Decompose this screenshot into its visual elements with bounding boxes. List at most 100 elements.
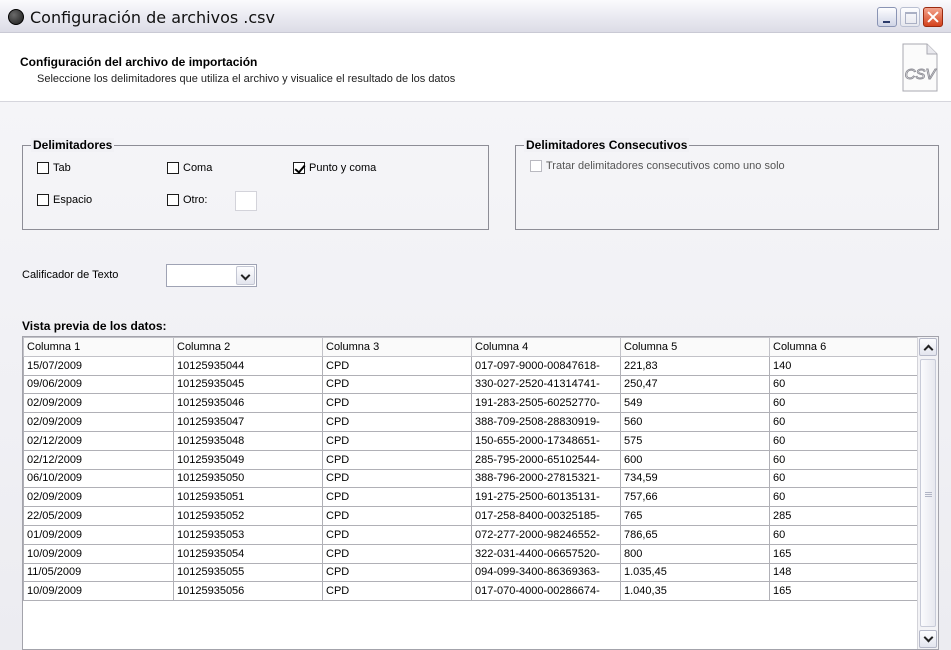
vertical-scrollbar[interactable]	[917, 337, 938, 649]
punto-coma-checkbox-box[interactable]	[293, 162, 305, 174]
table-cell[interactable]: 22/05/2009	[23, 506, 174, 526]
table-row[interactable]: 02/12/2009 10125935049 CPD 285-795-2000-651…	[23, 449, 919, 470]
table-cell[interactable]: 017-070-4000-00286674-	[471, 581, 621, 602]
table-cell[interactable]: 02/09/2009	[23, 487, 174, 508]
table-cell[interactable]: 10125935056	[173, 581, 323, 602]
column-header[interactable]: Columna 4	[471, 337, 621, 357]
table-cell[interactable]: 250,47	[620, 374, 770, 395]
table-row[interactable]: 01/09/2009 10125935053 CPD 072-277-2000-982…	[23, 524, 919, 545]
table-cell[interactable]: 017-097-9000-00847618-	[471, 355, 621, 376]
table-cell[interactable]: 330-027-2520-41314741-	[471, 374, 621, 395]
table-cell[interactable]: 800	[620, 543, 770, 564]
table-cell[interactable]: 140	[769, 355, 919, 376]
table-cell[interactable]: 10125935054	[173, 543, 323, 564]
table-cell[interactable]: 191-283-2505-60252770-	[471, 393, 621, 414]
table-cell[interactable]: 60	[769, 449, 919, 470]
table-cell[interactable]: CPD	[322, 468, 472, 489]
table-cell[interactable]: 786,65	[620, 524, 770, 545]
table-cell[interactable]: CPD	[322, 355, 472, 376]
table-cell[interactable]: 285	[769, 506, 919, 526]
table-cell[interactable]: 1.035,45	[620, 562, 770, 583]
table-cell[interactable]: 10125935049	[173, 449, 323, 470]
table-cell[interactable]: 10125935053	[173, 524, 323, 545]
chevron-down-icon[interactable]	[236, 266, 255, 285]
table-cell[interactable]: 017-258-8400-00325185-	[471, 506, 621, 526]
maximize-button[interactable]	[900, 7, 920, 27]
column-header[interactable]: Columna 6	[769, 337, 919, 357]
consecutive-checkbox[interactable]: Tratar delimitadores consecutivos como u…	[530, 160, 785, 172]
table-cell[interactable]: 10125935044	[173, 355, 323, 376]
title-bar[interactable]: Configuración de archivos .csv	[0, 0, 951, 33]
table-cell[interactable]: 150-655-2000-17348651-	[471, 430, 621, 451]
table-cell[interactable]: 02/12/2009	[23, 430, 174, 451]
table-row[interactable]: 22/05/2009 10125935052 CPD 017-258-8400-003…	[23, 506, 919, 526]
consecutive-checkbox-box[interactable]	[530, 160, 542, 172]
minimize-button[interactable]	[877, 7, 897, 27]
table-cell[interactable]: 60	[769, 524, 919, 545]
table-row[interactable]: 10/09/2009 10125935054 CPD 322-031-4400-066…	[23, 543, 919, 564]
table-cell[interactable]: 757,66	[620, 487, 770, 508]
tab-checkbox-box[interactable]	[37, 162, 49, 174]
table-cell[interactable]: 549	[620, 393, 770, 414]
table-cell[interactable]: 191-275-2500-60135131-	[471, 487, 621, 508]
table-cell[interactable]: CPD	[322, 524, 472, 545]
coma-checkbox[interactable]: Coma	[167, 162, 212, 174]
table-row[interactable]: 02/09/2009 10125935046 CPD 191-283-2505-602…	[23, 393, 919, 414]
table-row[interactable]: 11/05/2009 10125935055 CPD 094-099-3400-863…	[23, 562, 919, 583]
table-cell[interactable]: 072-277-2000-98246552-	[471, 524, 621, 545]
table-cell[interactable]: 09/06/2009	[23, 374, 174, 395]
table-cell[interactable]: CPD	[322, 487, 472, 508]
table-cell[interactable]: 285-795-2000-65102544-	[471, 449, 621, 470]
espacio-checkbox[interactable]: Espacio	[37, 194, 92, 206]
table-cell[interactable]: CPD	[322, 581, 472, 602]
punto-coma-checkbox[interactable]: Punto y coma	[293, 162, 376, 174]
table-cell[interactable]: CPD	[322, 412, 472, 432]
table-row[interactable]: 06/10/2009 10125935050 CPD 388-796-2000-278…	[23, 468, 919, 489]
table-cell[interactable]: 02/09/2009	[23, 393, 174, 414]
table-row[interactable]: 02/12/2009 10125935048 CPD 150-655-2000-173…	[23, 430, 919, 451]
table-cell[interactable]: 094-099-3400-86369363-	[471, 562, 621, 583]
column-header[interactable]: Columna 3	[322, 337, 472, 357]
table-cell[interactable]: 1.040,35	[620, 581, 770, 602]
table-cell[interactable]: CPD	[322, 449, 472, 470]
table-cell[interactable]: CPD	[322, 562, 472, 583]
table-cell[interactable]: 60	[769, 374, 919, 395]
table-cell[interactable]: 10125935051	[173, 487, 323, 508]
table-cell[interactable]: 60	[769, 487, 919, 508]
table-cell[interactable]: CPD	[322, 393, 472, 414]
table-cell[interactable]: 322-031-4400-06657520-	[471, 543, 621, 564]
table-cell[interactable]: 148	[769, 562, 919, 583]
table-cell[interactable]: 560	[620, 412, 770, 432]
coma-checkbox-box[interactable]	[167, 162, 179, 174]
otro-delimiter-input[interactable]	[235, 191, 257, 211]
table-cell[interactable]: 10/09/2009	[23, 543, 174, 564]
scroll-thumb[interactable]	[920, 359, 936, 627]
table-cell[interactable]: 11/05/2009	[23, 562, 174, 583]
otro-checkbox-box[interactable]	[167, 194, 179, 206]
data-preview-grid[interactable]: Columna 1 Columna 2 Columna 3 Columna 4 …	[22, 336, 939, 650]
table-cell[interactable]: 10/09/2009	[23, 581, 174, 602]
table-cell[interactable]: 575	[620, 430, 770, 451]
table-row[interactable]: 15/07/2009 10125935044 CPD 017-097-9000-008…	[23, 355, 919, 376]
table-cell[interactable]: 60	[769, 393, 919, 414]
table-cell[interactable]: 10125935048	[173, 430, 323, 451]
table-row[interactable]: 02/09/2009 10125935051 CPD 191-275-2500-601…	[23, 487, 919, 508]
espacio-checkbox-box[interactable]	[37, 194, 49, 206]
column-header[interactable]: Columna 2	[173, 337, 323, 357]
table-cell[interactable]: 01/09/2009	[23, 524, 174, 545]
scroll-up-icon[interactable]	[919, 338, 937, 356]
table-cell[interactable]: CPD	[322, 506, 472, 526]
table-cell[interactable]: 388-709-2508-28830919-	[471, 412, 621, 432]
close-button[interactable]	[923, 7, 943, 27]
table-cell[interactable]: 60	[769, 468, 919, 489]
table-cell[interactable]: 388-796-2000-27815321-	[471, 468, 621, 489]
table-cell[interactable]: 600	[620, 449, 770, 470]
table-cell[interactable]: 15/07/2009	[23, 355, 174, 376]
column-header[interactable]: Columna 1	[23, 337, 174, 357]
table-cell[interactable]: CPD	[322, 430, 472, 451]
table-cell[interactable]: 02/09/2009	[23, 412, 174, 432]
table-cell[interactable]: 10125935050	[173, 468, 323, 489]
text-qualifier-select[interactable]	[166, 264, 257, 287]
table-cell[interactable]: 60	[769, 412, 919, 432]
table-row[interactable]: 09/06/2009 10125935045 CPD 330-027-2520-413…	[23, 374, 919, 395]
